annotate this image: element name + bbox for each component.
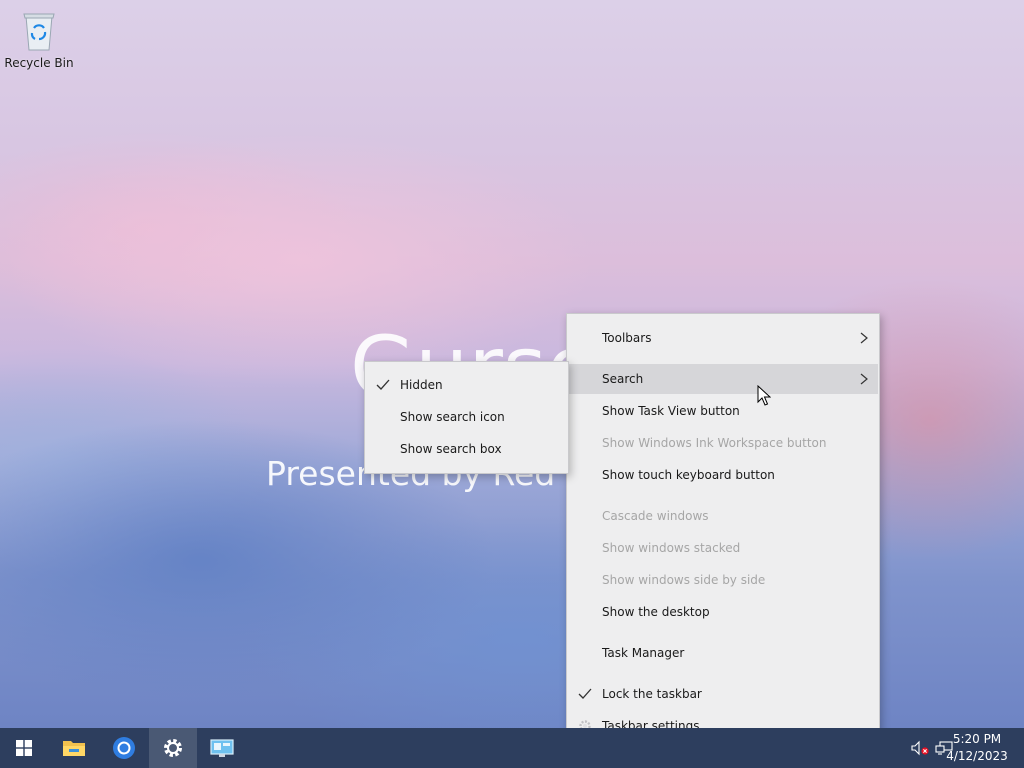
- taskbar-settings[interactable]: [149, 728, 197, 768]
- submenu-item-label: Hidden: [400, 378, 443, 392]
- submenu-item-show-search-box[interactable]: Show search box: [366, 434, 567, 464]
- menu-item-toolbars[interactable]: Toolbars: [568, 323, 878, 353]
- menu-item-windows-stacked: Show windows stacked: [568, 533, 878, 563]
- clock-date: 4/12/2023: [946, 749, 1008, 763]
- taskbar-clock[interactable]: 5:20 PM 4/12/2023: [942, 731, 1012, 765]
- taskbar[interactable]: 5:20 PM 4/12/2023: [0, 728, 1024, 768]
- recycle-bin-icon: [23, 13, 55, 51]
- checkmark-icon: [376, 379, 390, 390]
- menu-item-show-task-view[interactable]: Show Task View button: [568, 396, 878, 426]
- menu-item-label: Task Manager: [602, 646, 685, 660]
- folder-icon: [63, 741, 85, 756]
- search-submenu: Hidden Show search icon Show search box: [364, 361, 569, 474]
- submenu-item-hidden[interactable]: Hidden: [366, 370, 567, 400]
- submenu-item-label: Show search box: [400, 442, 502, 456]
- recycle-bin-shortcut[interactable]: Recycle Bin: [4, 8, 74, 70]
- menu-item-cascade-windows: Cascade windows: [568, 501, 878, 531]
- menu-item-label: Search: [602, 372, 644, 386]
- menu-item-search[interactable]: Search: [568, 364, 878, 394]
- browser-icon: [113, 737, 135, 759]
- menu-item-show-ink-workspace: Show Windows Ink Workspace button: [568, 428, 878, 458]
- menu-item-lock-taskbar[interactable]: Lock the taskbar: [568, 679, 878, 709]
- menu-item-label: Show windows side by side: [602, 573, 766, 587]
- monitor-icon: [210, 739, 234, 757]
- menu-item-show-touch-keyboard[interactable]: Show touch keyboard button: [568, 460, 878, 490]
- menu-item-label: Show Windows Ink Workspace button: [602, 436, 827, 450]
- menu-item-task-manager[interactable]: Task Manager: [568, 638, 878, 668]
- taskbar-control-panel[interactable]: [198, 728, 246, 768]
- chevron-right-icon: [860, 332, 868, 344]
- menu-item-label: Cascade windows: [602, 509, 709, 523]
- recycle-bin-label: Recycle Bin: [4, 56, 74, 70]
- menu-item-label: Show Task View button: [602, 404, 740, 418]
- chevron-right-icon: [860, 373, 868, 385]
- taskbar-browser[interactable]: [100, 728, 148, 768]
- menu-item-label: Lock the taskbar: [602, 687, 702, 701]
- menu-item-windows-side-by-side: Show windows side by side: [568, 565, 878, 595]
- menu-item-show-desktop[interactable]: Show the desktop: [568, 597, 878, 627]
- taskbar-file-explorer[interactable]: [50, 728, 98, 768]
- menu-item-label: Show the desktop: [602, 605, 710, 619]
- menu-item-label: Show windows stacked: [602, 541, 741, 555]
- checkmark-icon: [578, 688, 592, 699]
- volume-muted-icon[interactable]: [911, 740, 929, 756]
- submenu-item-show-search-icon[interactable]: Show search icon: [366, 402, 567, 432]
- menu-item-label: Toolbars: [602, 331, 652, 345]
- submenu-item-label: Show search icon: [400, 410, 505, 424]
- windows-logo-icon: [16, 740, 32, 756]
- mouse-cursor-icon: [757, 385, 771, 406]
- menu-item-label: Show touch keyboard button: [602, 468, 775, 482]
- taskbar-context-menu: Toolbars Search Show Task View button Sh…: [566, 313, 880, 750]
- clock-time: 5:20 PM: [952, 732, 1002, 746]
- gear-icon: [164, 739, 182, 757]
- start-button[interactable]: [0, 728, 48, 768]
